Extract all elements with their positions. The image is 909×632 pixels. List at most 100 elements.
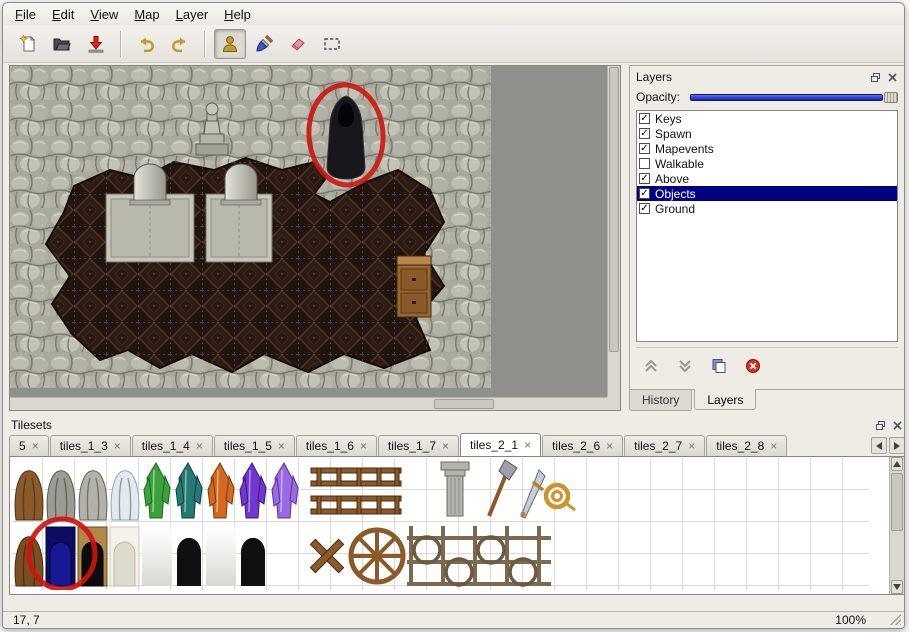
tile-wheel[interactable]: [351, 530, 403, 582]
tabs-scroll-left-button[interactable]: [871, 437, 887, 454]
tileset-tab-label: tiles_2_8: [716, 439, 764, 453]
tab-close-icon[interactable]: [278, 440, 285, 452]
tabs-scroll-right-button[interactable]: [889, 437, 905, 454]
scroll-up-button[interactable]: [891, 457, 903, 471]
new-file-button[interactable]: [12, 29, 44, 59]
panel-close-icon[interactable]: [891, 419, 903, 431]
layers-panel: Layers Opacity: Keys Spawn: [629, 65, 905, 411]
tileset-tab[interactable]: tiles_1_6: [296, 435, 377, 456]
scrollbar-thumb[interactable]: [609, 67, 619, 352]
menu-file[interactable]: File: [7, 4, 44, 25]
layer-label: Mapevents: [655, 142, 714, 156]
tab-close-icon[interactable]: [196, 440, 203, 452]
tab-label: History: [642, 393, 679, 407]
menu-edit[interactable]: Edit: [44, 4, 82, 25]
scrollbar-corner: [607, 397, 620, 410]
tab-close-icon[interactable]: [688, 440, 695, 452]
layer-visibility-checkbox[interactable]: [639, 188, 650, 199]
panel-float-icon[interactable]: [869, 71, 881, 83]
duplicate-layer-button[interactable]: [708, 357, 730, 374]
tileset-tab[interactable]: tiles_1_4: [132, 435, 213, 456]
tileset-tab-label: tiles_1_6: [306, 439, 354, 453]
move-layer-down-button[interactable]: [674, 357, 696, 374]
person-icon: [220, 34, 240, 54]
tileset-tab[interactable]: tiles_2_6: [542, 435, 623, 456]
layer-visibility-checkbox[interactable]: [639, 113, 650, 124]
tab-close-icon[interactable]: [114, 440, 121, 452]
save-button[interactable]: [80, 29, 112, 59]
tab-close-icon[interactable]: [770, 440, 777, 452]
layers-panel-titlebar: Layers: [636, 69, 898, 85]
layer-visibility-checkbox[interactable]: [639, 173, 650, 184]
layer-visibility-checkbox[interactable]: [639, 158, 650, 169]
tab-history[interactable]: History: [629, 390, 692, 411]
delete-layer-button[interactable]: [742, 357, 764, 374]
tab-close-icon[interactable]: [606, 440, 613, 452]
menu-layer[interactable]: Layer: [168, 4, 217, 25]
layer-row[interactable]: Walkable: [637, 156, 897, 171]
map-vertical-scrollbar[interactable]: [607, 66, 620, 397]
layer-visibility-checkbox[interactable]: [639, 203, 650, 214]
opacity-slider[interactable]: [690, 91, 898, 104]
layer-row[interactable]: Spawn: [637, 126, 897, 141]
tileset-grid: [11, 458, 869, 590]
opacity-slider-track[interactable]: [690, 94, 883, 101]
place-object-tool-button[interactable]: [214, 29, 246, 59]
tile-arch-black[interactable]: [177, 538, 201, 586]
layer-row-selected[interactable]: Objects: [637, 186, 897, 201]
tileset-tab[interactable]: tiles_2_8: [706, 435, 787, 456]
redo-button[interactable]: [164, 29, 196, 59]
panel-close-icon[interactable]: [886, 71, 898, 83]
tileset-vertical-scrollbar[interactable]: [889, 457, 904, 594]
tilesets-panel-titlebar: Tilesets: [9, 417, 905, 433]
rect-select-tool-button[interactable]: [316, 29, 348, 59]
layer-actions-toolbar: [636, 347, 898, 374]
tile-door-navy-selected[interactable]: [46, 527, 75, 586]
tab-close-icon[interactable]: [32, 440, 39, 452]
opacity-slider-handle[interactable]: [884, 92, 898, 103]
menu-help[interactable]: Help: [216, 4, 259, 25]
brush-tool-button[interactable]: [248, 29, 280, 59]
layer-label: Above: [655, 172, 689, 186]
undo-button[interactable]: [130, 29, 162, 59]
tab-layers[interactable]: Layers: [694, 389, 756, 410]
tab-close-icon[interactable]: [524, 439, 531, 451]
tileset-tab[interactable]: tiles_1_7: [378, 435, 459, 456]
tileset-canvas[interactable]: [11, 458, 869, 590]
tab-close-icon[interactable]: [442, 440, 449, 452]
tile-white-fade[interactable]: [142, 527, 172, 586]
map-canvas[interactable]: [10, 66, 491, 388]
map-viewport[interactable]: [10, 66, 607, 397]
right-arrow-icon: [894, 442, 900, 450]
tab-label: Layers: [707, 393, 743, 407]
tile-white-fade[interactable]: [206, 527, 236, 586]
scrollbar-thumb[interactable]: [891, 473, 903, 531]
up-arrow-icon: [893, 461, 901, 467]
menu-view[interactable]: View: [82, 4, 126, 25]
tab-close-icon[interactable]: [360, 440, 367, 452]
tileset-tab[interactable]: tiles_1_3: [50, 435, 131, 456]
layer-visibility-checkbox[interactable]: [639, 143, 650, 154]
layer-row[interactable]: Keys: [637, 111, 897, 126]
scrollbar-thumb[interactable]: [434, 399, 494, 409]
tileset-tab[interactable]: tiles_2_7: [624, 435, 705, 456]
map-horizontal-scrollbar[interactable]: [10, 397, 607, 410]
tileset-tab[interactable]: tiles_1_5: [214, 435, 295, 456]
tile-door-pale[interactable]: [110, 527, 139, 586]
panel-float-icon[interactable]: [874, 419, 886, 431]
layer-row[interactable]: Above: [637, 171, 897, 186]
tile-arch-black[interactable]: [241, 538, 265, 586]
layer-row[interactable]: Ground: [637, 201, 897, 216]
layer-list[interactable]: Keys Spawn Mapevents Walkable Above: [636, 110, 898, 342]
layer-row[interactable]: Mapevents: [637, 141, 897, 156]
scroll-down-button[interactable]: [891, 580, 903, 594]
eraser-tool-button[interactable]: [282, 29, 314, 59]
tileset-tab-active[interactable]: tiles_2_1: [460, 433, 541, 456]
move-layer-up-button[interactable]: [640, 357, 662, 374]
tilesets-panel-title: Tilesets: [11, 418, 869, 432]
layer-visibility-checkbox[interactable]: [639, 128, 650, 139]
menu-map[interactable]: Map: [126, 4, 167, 25]
open-folder-icon: [52, 34, 72, 54]
tileset-tab[interactable]: 5: [9, 435, 49, 456]
open-file-button[interactable]: [46, 29, 78, 59]
